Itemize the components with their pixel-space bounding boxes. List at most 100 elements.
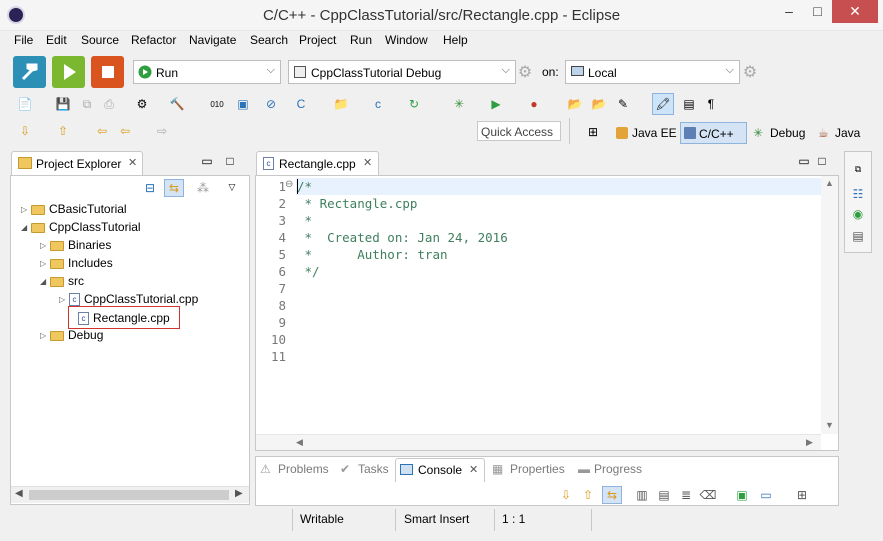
menu-window[interactable]: Window [385,33,428,47]
expand-icon[interactable]: ▷ [21,201,31,219]
editor-tab[interactable]: c Rectangle.cpp ✕ [256,151,379,175]
new-class-icon[interactable]: C [292,95,310,113]
expand-icon[interactable]: ▷ [40,255,50,273]
wand-icon[interactable]: ✎ [614,95,632,113]
terminal-icon[interactable]: ▣ [234,95,252,113]
project-explorer-tab[interactable]: Project Explorer ✕ [11,151,143,175]
code-area[interactable]: /* * Rectangle.cpp * * Created on: Jan 2… [297,178,817,436]
tab-progress[interactable]: ▬ Progress [576,458,656,482]
quick-access-input[interactable]: Quick Access [477,121,561,141]
debug-bug-icon[interactable]: ✳ [450,95,468,113]
pin-console-icon[interactable]: ▣ [734,487,750,503]
launch-config-combo[interactable]: CppClassTutorial Debug ⌵ [288,60,516,84]
console-copy-icon[interactable]: ▥ [634,487,650,503]
clear-console-icon[interactable]: ⌫ [700,487,717,503]
forward-icon[interactable]: ⇨ [153,122,171,140]
tree-item[interactable]: ▷ Debug [40,326,103,344]
link-editor-icon[interactable]: ⇆ [164,179,184,197]
expand-icon[interactable]: ▷ [40,327,50,345]
link-icon[interactable]: ⇆ [602,486,622,504]
binary-icon[interactable]: 010 [208,95,226,113]
scroll-down-icon[interactable]: ▼ [825,420,834,430]
maximize-editor-icon[interactable]: □ [815,154,829,168]
close-tab-icon[interactable]: ✕ [469,463,478,476]
minimize-view-icon[interactable]: ▭ [200,154,214,168]
launch-mode-combo[interactable]: Run ⌵ [133,60,281,84]
menu-run[interactable]: Run [350,33,372,47]
tree-item[interactable]: ◢ CppClassTutorial [21,218,141,236]
new-folder-icon[interactable]: 📁 [332,95,350,113]
run-icon[interactable]: ▶ [487,95,505,113]
last-edit-icon[interactable]: ⇦ [93,122,111,140]
launch-target-combo[interactable]: Local ⌵ [565,60,740,84]
close-button[interactable]: ✕ [832,0,878,23]
tree-item[interactable]: ▷ Includes [40,254,113,272]
menu-source[interactable]: Source [81,33,119,47]
word-wrap-icon[interactable]: ≣ [678,487,694,503]
expand-icon[interactable]: ▷ [40,237,50,255]
view-menu-icon[interactable]: ▽ [225,180,239,194]
tab-properties[interactable]: ▦ Properties [490,458,570,482]
launch-run-button[interactable] [52,56,85,88]
save-all-icon[interactable]: ⧉ [78,95,96,113]
collapse-all-icon[interactable]: ⊟ [142,180,158,196]
minimize-editor-icon[interactable]: ▭ [797,154,811,168]
refresh-icon[interactable]: ↻ [405,95,423,113]
close-tab-icon[interactable]: ✕ [128,156,137,169]
menu-file[interactable]: File [14,33,33,47]
perspective-java[interactable]: ☕ Java [817,122,860,144]
scroll-left-icon[interactable]: ◀ [296,437,303,448]
make-target-icon[interactable]: ◉ [850,206,866,222]
editor-horizontal-scrollbar[interactable]: ◀ ▶ [256,434,821,450]
menu-search[interactable]: Search [250,33,288,47]
skip-breakpoints-icon[interactable]: ⊘ [262,95,280,113]
tab-problems[interactable]: ⚠ Problems [260,458,336,482]
close-tab-icon[interactable]: ✕ [363,156,372,169]
next-annotation-icon[interactable]: ⇩ [16,122,34,140]
new-source-icon[interactable]: c [369,95,387,113]
outline-icon[interactable]: ☷ [850,186,866,202]
target-gear-icon[interactable]: ⚙ [740,62,760,82]
collapse-icon[interactable]: ◢ [21,219,31,237]
menu-refactor[interactable]: Refactor [131,33,176,47]
prev-annotation-icon[interactable]: ⇧ [54,122,72,140]
open-folder-icon[interactable]: 📂 [590,95,608,113]
horizontal-scrollbar[interactable]: ◀ ▶ [11,486,249,503]
task-list-icon[interactable]: ▤ [850,228,866,244]
scroll-left-icon[interactable]: ◀ [15,488,23,499]
restore-icon[interactable]: ⧉ [850,162,866,176]
back-icon[interactable]: ⇦ [116,122,134,140]
open-project-icon[interactable]: 📂 [566,95,584,113]
perspective-cpp[interactable]: C/C++ [680,122,747,144]
scroll-thumb[interactable] [29,490,229,500]
menu-edit[interactable]: Edit [46,33,67,47]
console-paste-icon[interactable]: ▤ [656,487,672,503]
save-icon[interactable]: 💾 [54,95,72,113]
perspective-debug[interactable]: ✳ Debug [752,122,805,144]
new-console-icon[interactable]: ⊞ [794,487,810,503]
menu-help[interactable]: Help [443,33,468,47]
build-hammer-button[interactable] [13,56,46,88]
maximize-button[interactable]: □ [804,0,831,23]
external-tools-icon[interactable]: ● [525,95,543,113]
collapse-icon[interactable]: ◢ [40,273,50,291]
menu-navigate[interactable]: Navigate [189,33,236,47]
display-console-icon[interactable]: ▭ [758,487,774,503]
scroll-right-icon[interactable]: ▶ [235,488,243,499]
launch-stop-button[interactable] [91,56,124,88]
config-gear-icon[interactable]: ⚙ [515,62,535,82]
build-config-icon[interactable]: ⚙ [133,95,151,113]
scroll-lock-up-icon[interactable]: ⇧ [580,487,596,503]
minimize-button[interactable]: – [775,0,803,23]
menu-project[interactable]: Project [299,33,336,47]
open-perspective-icon[interactable]: ⊞ [584,123,602,141]
tab-console[interactable]: Console ✕ [395,458,485,482]
scroll-up-icon[interactable]: ▲ [825,178,834,188]
print-icon[interactable]: ⎙ [100,95,118,113]
scroll-right-icon[interactable]: ▶ [806,437,813,448]
fold-icon[interactable]: ⊖ [285,179,293,190]
highlight-icon[interactable]: 🖍 [652,93,674,115]
filter-icon[interactable]: ⁂ [195,180,211,196]
show-whitespace-icon[interactable]: ¶ [702,95,720,113]
tree-item[interactable]: ◢ src [40,272,84,290]
